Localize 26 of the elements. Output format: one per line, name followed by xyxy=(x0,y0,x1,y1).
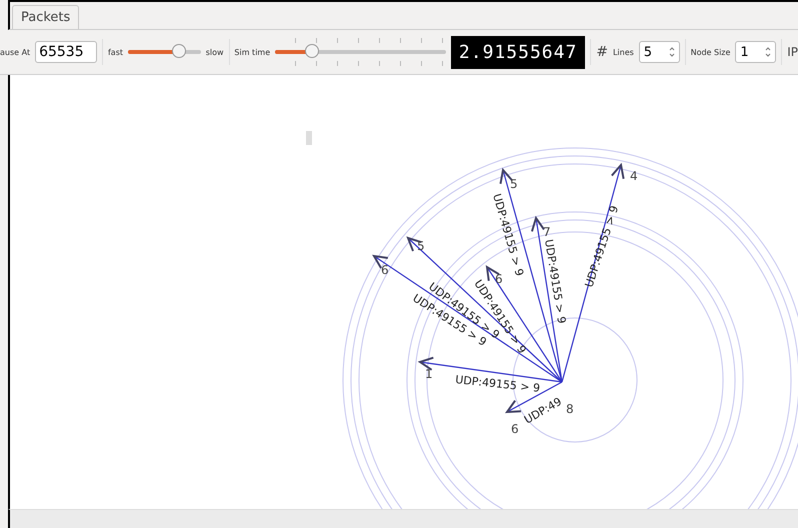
node-size-spinbox[interactable]: 1 xyxy=(735,41,776,63)
node-label: 8 xyxy=(566,402,574,416)
node-label: 1 xyxy=(425,367,433,381)
packet-label: UDP:49155 > 9 xyxy=(454,373,541,395)
lines-label: Lines xyxy=(612,48,634,56)
node-label: 6 xyxy=(511,422,519,436)
packet-label: UDP:49155 > 9 xyxy=(542,238,568,324)
node-label: 5 xyxy=(417,239,425,253)
spin-arrows-icon[interactable] xyxy=(765,46,772,58)
node-label: 5 xyxy=(510,177,518,191)
ip-label: IP xyxy=(787,45,798,59)
spin-arrows-icon[interactable] xyxy=(668,46,675,58)
node-label: 7 xyxy=(543,225,551,239)
grid-icon[interactable]: # xyxy=(596,44,608,60)
tab[interactable]: Packets xyxy=(12,5,80,29)
time-display: 2.91555647 xyxy=(450,36,586,68)
slow-label: slow xyxy=(206,48,224,56)
lines-spinbox[interactable]: 5 xyxy=(638,41,680,63)
fast-label: fast xyxy=(108,48,124,56)
sim-time-label: Sim time xyxy=(234,48,270,56)
pause-at-field[interactable]: 65535 xyxy=(35,41,98,63)
pause-at-label: ause At xyxy=(0,48,30,56)
node-size-label: Node Size xyxy=(690,48,730,56)
node-marker xyxy=(306,131,312,145)
node-label: 6 xyxy=(381,263,389,277)
node-label: 4 xyxy=(630,169,638,183)
